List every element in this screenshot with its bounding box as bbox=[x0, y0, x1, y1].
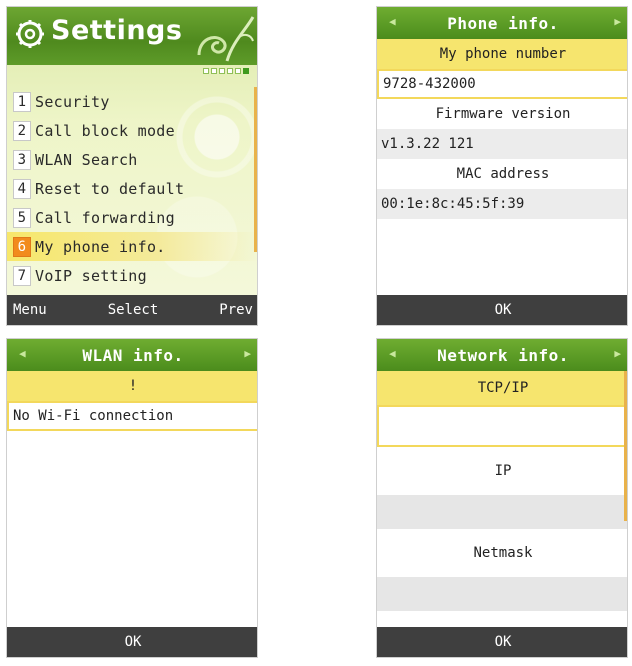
menu-item-number: 5 bbox=[13, 207, 31, 228]
ok-button[interactable]: OK bbox=[7, 627, 257, 657]
page-title: Settings bbox=[51, 15, 183, 46]
phone-info-list: My phone number 9728-432000 Firmware ver… bbox=[377, 39, 627, 219]
wlan-info-header: ◀ WLAN info. ▶ bbox=[7, 339, 257, 371]
menu-item-label: Reset to default bbox=[35, 179, 185, 198]
tcpip-label: TCP/IP bbox=[377, 371, 627, 405]
wlan-info-list: ! No Wi-Fi connection bbox=[7, 371, 257, 431]
menu-item-number: 7 bbox=[13, 265, 31, 286]
page-title: WLAN info. bbox=[82, 346, 184, 365]
mac-address-label: MAC address bbox=[377, 159, 627, 189]
menu-item-call-forwarding[interactable]: 5 Call forwarding bbox=[13, 203, 253, 232]
wlan-info-screen: ◀ WLAN info. ▶ ! No Wi-Fi connection OK bbox=[6, 338, 258, 658]
netmask-value bbox=[377, 577, 627, 611]
network-info-header: ◀ Network info. ▶ bbox=[377, 339, 627, 371]
page-dot bbox=[211, 68, 217, 74]
phone-number-value: 9728-432000 bbox=[377, 69, 627, 99]
menu-item-security[interactable]: 1 Security bbox=[13, 87, 253, 116]
network-info-list: TCP/IP IP Netmask bbox=[377, 371, 627, 611]
menu-item-label: VoIP setting bbox=[35, 266, 147, 285]
page-indicator bbox=[203, 68, 249, 74]
right-arrow-icon[interactable]: ▶ bbox=[614, 347, 621, 360]
menu-item-number: 3 bbox=[13, 149, 31, 170]
right-arrow-icon[interactable]: ▶ bbox=[244, 347, 251, 360]
ok-button[interactable]: OK bbox=[377, 295, 627, 325]
ip-value bbox=[377, 495, 627, 529]
settings-header: Settings bbox=[7, 7, 257, 65]
softkey-select[interactable]: Select bbox=[108, 302, 159, 318]
softkey-menu[interactable]: Menu bbox=[13, 302, 47, 318]
softkey-bar: Menu Select Prev bbox=[7, 295, 257, 325]
menu-scrollbar[interactable] bbox=[254, 87, 257, 252]
menu-item-voip-setting[interactable]: 7 VoIP setting bbox=[13, 261, 253, 290]
menu-item-label: WLAN Search bbox=[35, 150, 138, 169]
swirl-decoration-icon bbox=[197, 16, 255, 62]
menu-item-call-block-mode[interactable]: 2 Call block mode bbox=[13, 116, 253, 145]
phone-number-label: My phone number bbox=[377, 39, 627, 69]
tcpip-value bbox=[377, 405, 627, 447]
info-scrollbar[interactable] bbox=[624, 371, 627, 521]
page-dot bbox=[219, 68, 225, 74]
softkey-prev[interactable]: Prev bbox=[219, 302, 253, 318]
menu-item-number: 2 bbox=[13, 120, 31, 141]
menu-item-label: Call block mode bbox=[35, 121, 175, 140]
settings-menu-list: 1 Security 2 Call block mode 3 WLAN Sear… bbox=[7, 87, 257, 290]
ok-button[interactable]: OK bbox=[377, 627, 627, 657]
ip-label: IP bbox=[377, 447, 627, 495]
page-dot bbox=[227, 68, 233, 74]
menu-item-number: 1 bbox=[13, 91, 31, 112]
menu-item-label: Call forwarding bbox=[35, 208, 175, 227]
page-dot bbox=[235, 68, 241, 74]
right-arrow-icon[interactable]: ▶ bbox=[614, 15, 621, 28]
firmware-version-label: Firmware version bbox=[377, 99, 627, 129]
wifi-status-message: No Wi-Fi connection bbox=[7, 401, 257, 431]
page-dot-active bbox=[243, 68, 249, 74]
network-info-screen: ◀ Network info. ▶ TCP/IP IP Netmask OK bbox=[376, 338, 628, 658]
menu-item-reset-to-default[interactable]: 4 Reset to default bbox=[13, 174, 253, 203]
netmask-label: Netmask bbox=[377, 529, 627, 577]
menu-item-number: 4 bbox=[13, 178, 31, 199]
menu-item-label: My phone info. bbox=[35, 237, 166, 256]
menu-item-wlan-search[interactable]: 3 WLAN Search bbox=[13, 145, 253, 174]
phone-info-screen: ◀ Phone info. ▶ My phone number 9728-432… bbox=[376, 6, 628, 326]
menu-item-label: Security bbox=[35, 92, 110, 111]
page-title: Network info. bbox=[437, 346, 569, 365]
page-title: Phone info. bbox=[447, 14, 559, 33]
page-dot bbox=[203, 68, 209, 74]
phone-info-header: ◀ Phone info. ▶ bbox=[377, 7, 627, 39]
mac-address-value: 00:1e:8c:45:5f:39 bbox=[377, 189, 627, 219]
alert-label: ! bbox=[7, 371, 257, 401]
menu-item-my-phone-info[interactable]: 6 My phone info. bbox=[7, 232, 257, 261]
menu-item-number: 6 bbox=[13, 236, 31, 257]
firmware-version-value: v1.3.22 121 bbox=[377, 129, 627, 159]
settings-screen: Settings 1 Security 2 Call block mode 3 … bbox=[6, 6, 258, 326]
gear-icon bbox=[16, 20, 44, 48]
